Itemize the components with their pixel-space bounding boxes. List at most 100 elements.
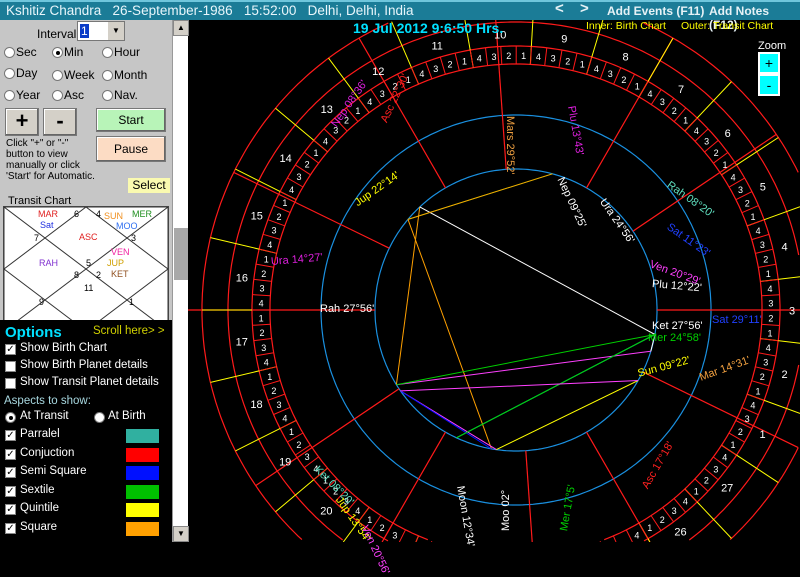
zoom-label: Zoom [758, 40, 786, 52]
show-option-checkbox[interactable] [5, 361, 16, 372]
interval-radio-asc[interactable] [52, 90, 63, 101]
pada-number: 4 [722, 452, 727, 462]
pada-number: 4 [536, 52, 541, 62]
aspect-color-swatch[interactable] [126, 485, 159, 499]
interval-radio-day[interactable] [4, 68, 15, 79]
start-button[interactable]: Start [96, 108, 166, 132]
house-number: 3 [131, 233, 136, 243]
interval-radio-min[interactable] [52, 47, 63, 58]
kundli-title: Transit Chart [8, 195, 71, 207]
at-transit-label: At Transit [20, 410, 69, 422]
nakshatra-number: 7 [678, 84, 684, 96]
options-panel: Options Scroll here> > ✓Show Birth Chart… [0, 320, 172, 542]
pada-number: 2 [745, 198, 750, 208]
interval-radio-label: Nav. [114, 88, 138, 102]
planet-position-label: Mars 29°52' [504, 116, 516, 174]
aspect-checkbox[interactable]: ✓ [5, 504, 16, 515]
aspect-checkbox[interactable]: ✓ [5, 430, 16, 441]
aspect-checkbox[interactable]: ✓ [5, 467, 16, 478]
pada-number: 2 [296, 440, 301, 450]
show-option-checkbox[interactable] [5, 378, 16, 389]
select-button[interactable]: Select [128, 178, 170, 193]
aspect-color-swatch[interactable] [126, 503, 159, 517]
scroll-down-arrow-icon[interactable]: ▼ [173, 526, 189, 542]
options-title: Options [5, 324, 62, 341]
pada-number: 4 [323, 136, 328, 146]
pada-number: 2 [259, 328, 264, 338]
nakshatra-number: 1 [759, 429, 765, 441]
pada-number: 1 [766, 269, 771, 279]
aspect-label: Semi Square [20, 465, 86, 477]
pada-divider [252, 295, 270, 296]
interval-radio-nav[interactable] [102, 90, 113, 101]
pada-number: 4 [683, 497, 688, 507]
aspect-color-swatch[interactable] [126, 466, 159, 480]
inner-chart-legend: Inner: Birth Chart [586, 20, 666, 32]
nakshatra-number: 19 [279, 456, 291, 468]
pada-divider [411, 68, 418, 85]
pada-number: 1 [750, 212, 755, 222]
zoom-out-button[interactable]: - [758, 74, 780, 96]
pada-number: 3 [672, 506, 677, 516]
kundli-planet: SUN [104, 211, 123, 221]
scroll-thumb[interactable] [174, 228, 188, 280]
pada-number: 3 [392, 530, 397, 540]
aspect-checkbox[interactable]: ✓ [5, 449, 16, 460]
pada-number: 2 [660, 515, 665, 525]
pada-number: 1 [521, 51, 526, 61]
pada-divider [440, 57, 445, 74]
pada-number: 3 [433, 64, 438, 74]
pada-number: 1 [647, 523, 652, 533]
interval-radio-year[interactable] [4, 90, 15, 101]
nakshatra-number: 26 [674, 527, 686, 539]
aspect-line [401, 391, 492, 449]
pada-divider [762, 324, 780, 325]
interval-radio-month[interactable] [102, 70, 113, 81]
at-birth-radio[interactable] [94, 412, 105, 423]
previous-button[interactable]: < [555, 0, 564, 17]
add-events-button[interactable]: Add Events (F11) [607, 4, 704, 18]
scroll-here-link[interactable]: Scroll here> > [93, 325, 165, 337]
pada-number: 3 [491, 52, 496, 62]
house-number: 1 [129, 297, 134, 307]
aspect-checkbox[interactable]: ✓ [5, 523, 16, 534]
show-option-checkbox[interactable]: ✓ [5, 344, 16, 355]
aspect-checkbox[interactable]: ✓ [5, 486, 16, 497]
zoom-in-button[interactable]: + [758, 52, 780, 74]
left-panel-scrollbar[interactable]: ▲ ▼ [172, 20, 188, 542]
nakshatra-number: 13 [321, 104, 333, 116]
interval-radio-week[interactable] [52, 70, 63, 81]
pada-divider [627, 74, 635, 90]
house-number: 4 [96, 209, 101, 219]
interval-radio-sec[interactable] [4, 47, 15, 58]
step-back-button[interactable]: - [43, 108, 77, 136]
interval-radio-label: Year [16, 88, 40, 102]
pada-number: 1 [313, 148, 318, 158]
aspect-color-swatch[interactable] [126, 522, 159, 536]
nakshatra-number: 12 [372, 66, 384, 78]
aspect-line [396, 207, 419, 385]
step-forward-button[interactable]: + [5, 108, 39, 136]
pada-number: 4 [594, 64, 599, 74]
scroll-up-arrow-icon[interactable]: ▲ [173, 20, 189, 36]
pada-divider [486, 48, 488, 66]
pause-button[interactable]: Pause [96, 136, 166, 162]
pada-number: 3 [551, 54, 556, 64]
at-transit-radio[interactable] [5, 412, 16, 423]
pada-number: 4 [647, 89, 652, 99]
aspect-color-swatch[interactable] [126, 429, 159, 443]
pada-divider [254, 279, 272, 281]
pada-number: 4 [694, 126, 699, 136]
pada-divider [614, 68, 621, 85]
interval-select[interactable]: 1 ▼ [77, 21, 125, 41]
pada-number: 1 [683, 116, 688, 126]
interval-radio-hour[interactable] [102, 47, 113, 58]
pada-number: 4 [756, 226, 761, 236]
pada-divider [573, 53, 577, 70]
nakshatra-number: 6 [725, 128, 731, 140]
aspect-line [456, 335, 655, 438]
house-number: 6 [74, 209, 79, 219]
aspect-color-swatch[interactable] [126, 448, 159, 462]
chevron-down-icon[interactable]: ▼ [108, 22, 124, 40]
next-button[interactable]: > [580, 0, 589, 17]
